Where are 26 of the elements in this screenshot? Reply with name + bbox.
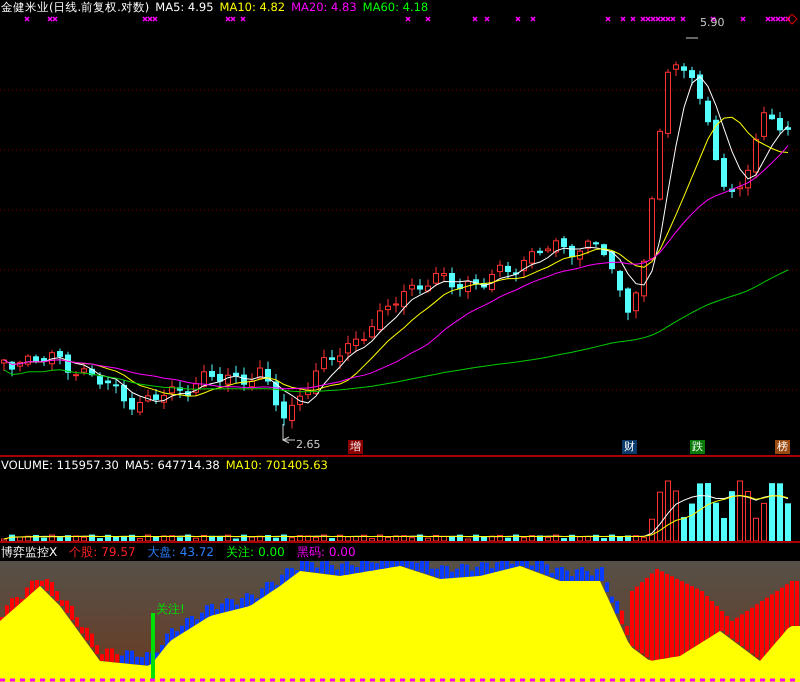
signal-label: 关注!: [156, 601, 185, 618]
stock-title: 金健米业(日线.前复权.对数): [1, 0, 150, 14]
leader-line: [282, 424, 296, 444]
indicator-value: 43.72: [180, 544, 214, 561]
indicator-label: 关注:: [226, 544, 254, 561]
indicator-title: 博弈监控X: [1, 544, 58, 561]
indicator-value: 0.00: [328, 544, 356, 561]
indicator-value: 79.57: [101, 544, 136, 561]
moving-average-reading: MA20: 4.83: [291, 0, 357, 14]
indicator-value: 0.00: [258, 544, 285, 561]
indicator-label: 黑码:: [296, 544, 325, 561]
moving-average-reading: MA10: 4.82: [220, 0, 286, 14]
event-tag[interactable]: 财: [622, 440, 637, 454]
indicator-label: 个股:: [69, 544, 98, 561]
moving-average-reading: MA60: 4.18: [362, 0, 428, 14]
diamond-icon: [786, 14, 798, 25]
high-price-label: 5.90: [700, 16, 724, 29]
volume-reading: MA10: 701405.63: [226, 457, 328, 473]
volume-reading: VOLUME: 115957.30: [1, 457, 119, 473]
event-tag[interactable]: 榜: [775, 440, 790, 454]
volume-reading: MA5: 647714.38: [124, 457, 220, 473]
event-tag[interactable]: 增: [348, 440, 363, 454]
indicator-label: 大盘:: [148, 544, 176, 561]
event-tag[interactable]: 跌: [690, 440, 705, 454]
low-price-label: 2.65: [296, 438, 320, 451]
moving-average-reading: MA5: 4.95: [155, 0, 214, 14]
